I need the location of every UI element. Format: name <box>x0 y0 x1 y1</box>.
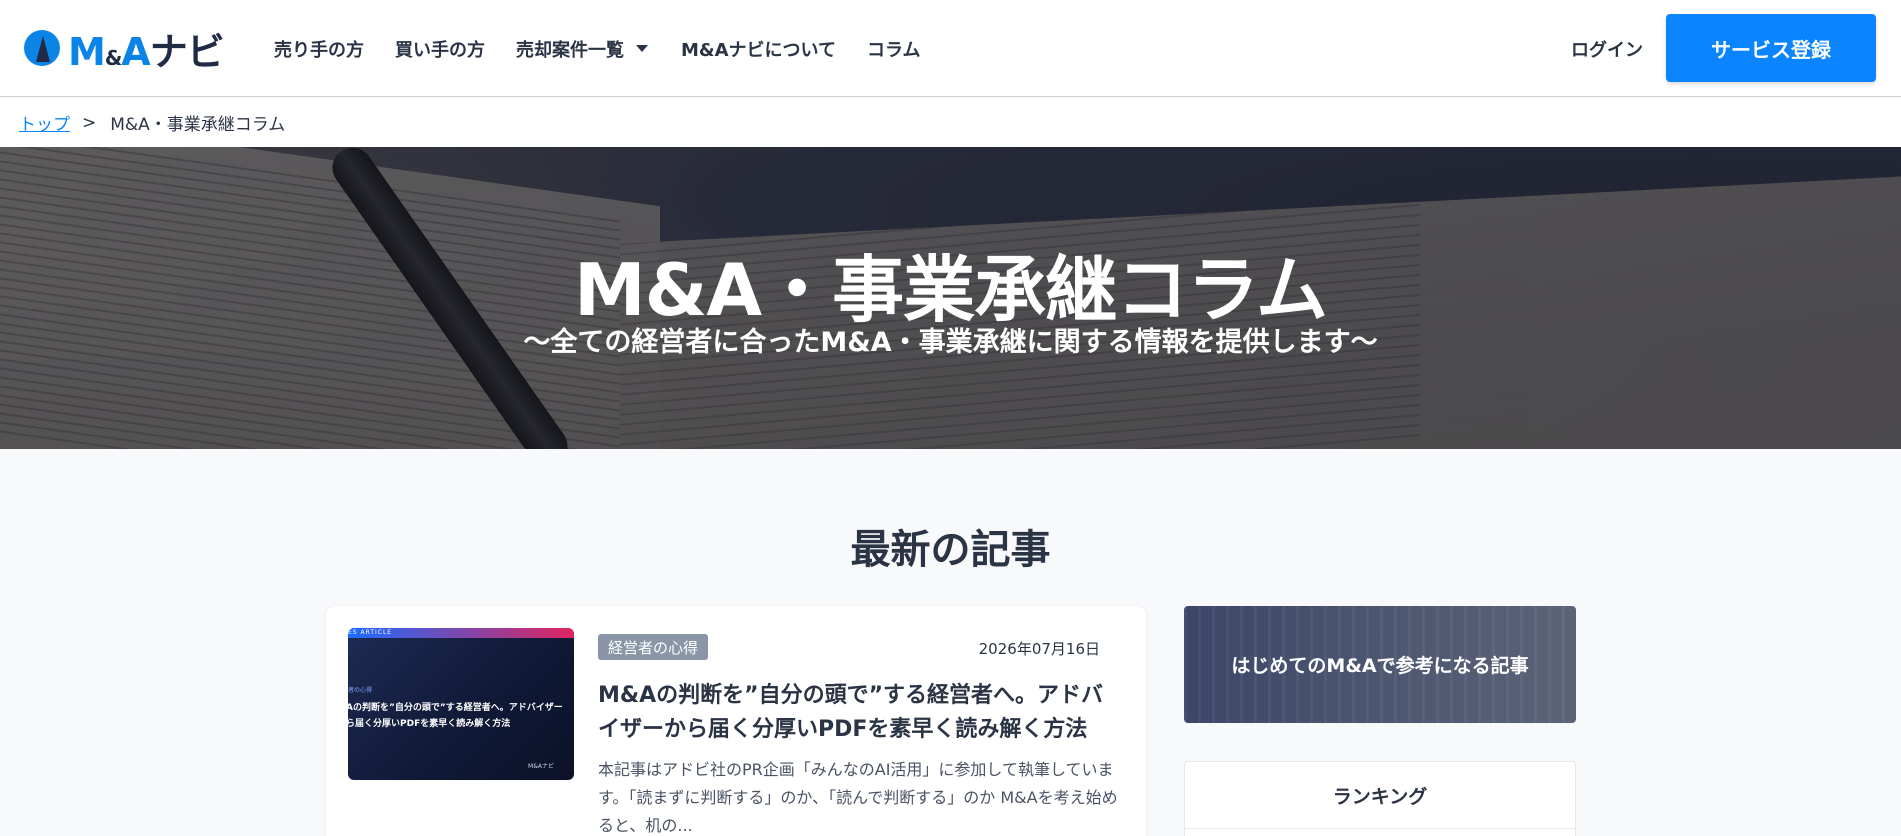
breadcrumb-current: M&A・事業承継コラム <box>110 115 286 135</box>
signup-button[interactable]: サービス登録 <box>1666 14 1876 82</box>
logo-icon <box>24 30 60 66</box>
category-badge[interactable]: 経営者の心得 <box>598 634 709 660</box>
site-logo[interactable]: M&Aナビ <box>24 26 225 74</box>
thumbnail-category: 者の心得 <box>348 687 373 694</box>
hero-subtitle: 〜全ての経営者に合ったM&A・事業承継に関する情報を提供します〜 <box>523 327 1378 358</box>
hero-banner: M&A・事業承継コラム 〜全ての経営者に合ったM&A・事業承継に関する情報を提供… <box>0 147 1901 449</box>
logo-text: M&Aナビ <box>68 29 225 74</box>
main-nav: 売り手の方 買い手の方 売却案件一覧 M&Aナビについて コラム <box>274 0 951 97</box>
nav-column[interactable]: コラム <box>867 36 920 62</box>
ranking-divider <box>1185 828 1575 829</box>
article-excerpt: 本記事はアドビ社のPR企画「みんなのAI活用」に参加して執筆しています。「読まず… <box>598 760 1118 835</box>
article-title[interactable]: M&Aの判断を”自分の頭で”する経営者へ。アドバイザーから届く分厚いPDFを素早… <box>598 679 1110 747</box>
beginner-articles-banner[interactable]: はじめてのM&Aで参考になる記事 <box>1184 606 1576 723</box>
article-card[interactable]: ES ARTICLE 者の心得 Aの判断を”自分の頭で”する経営者へ。アドバイザ… <box>326 606 1146 836</box>
login-link[interactable]: ログイン <box>1571 36 1643 62</box>
nav-listings-dropdown[interactable]: 売却案件一覧 <box>516 36 650 62</box>
banner-text: はじめてのM&Aで参考になる記事 <box>1231 655 1529 677</box>
nav-buyers[interactable]: 買い手の方 <box>395 36 485 62</box>
site-header: M&Aナビ 売り手の方 買い手の方 売却案件一覧 M&Aナビについて コラム ロ… <box>0 0 1901 97</box>
ranking-panel: ランキング <box>1184 761 1576 836</box>
nav-about[interactable]: M&Aナビについて <box>681 36 836 62</box>
article-date: 2026年07月16日 <box>978 640 1100 658</box>
nav-sellers-label: 売り手の方 <box>274 39 364 61</box>
nav-buyers-label: 買い手の方 <box>395 39 485 61</box>
nav-sellers[interactable]: 売り手の方 <box>274 36 364 62</box>
breadcrumb: トップ > M&A・事業承継コラム <box>0 98 1901 147</box>
nav-about-label: M&Aナビについて <box>681 39 836 61</box>
breadcrumb-home-link[interactable]: トップ <box>19 110 70 135</box>
latest-articles-heading: 最新の記事 <box>850 527 1051 573</box>
nav-listings-label: 売却案件一覧 <box>516 39 624 61</box>
article-thumbnail[interactable]: ES ARTICLE 者の心得 Aの判断を”自分の頭で”する経営者へ。アドバイザ… <box>348 628 574 780</box>
caret-down-icon <box>636 45 648 52</box>
nav-column-label: コラム <box>867 39 921 61</box>
thumbnail-logo: M&Aナビ <box>528 763 554 770</box>
breadcrumb-separator: > <box>82 112 97 133</box>
thumbnail-title-line1: Aの判断を”自分の頭で”する経営者へ。アドバイザー <box>348 703 563 713</box>
thumbnail-title-line2: ら届く分厚いPDFを素早く読み解く方法 <box>348 719 511 729</box>
thumbnail-tag: ES ARTICLE <box>348 629 393 636</box>
ranking-title: ランキング <box>1332 786 1428 808</box>
